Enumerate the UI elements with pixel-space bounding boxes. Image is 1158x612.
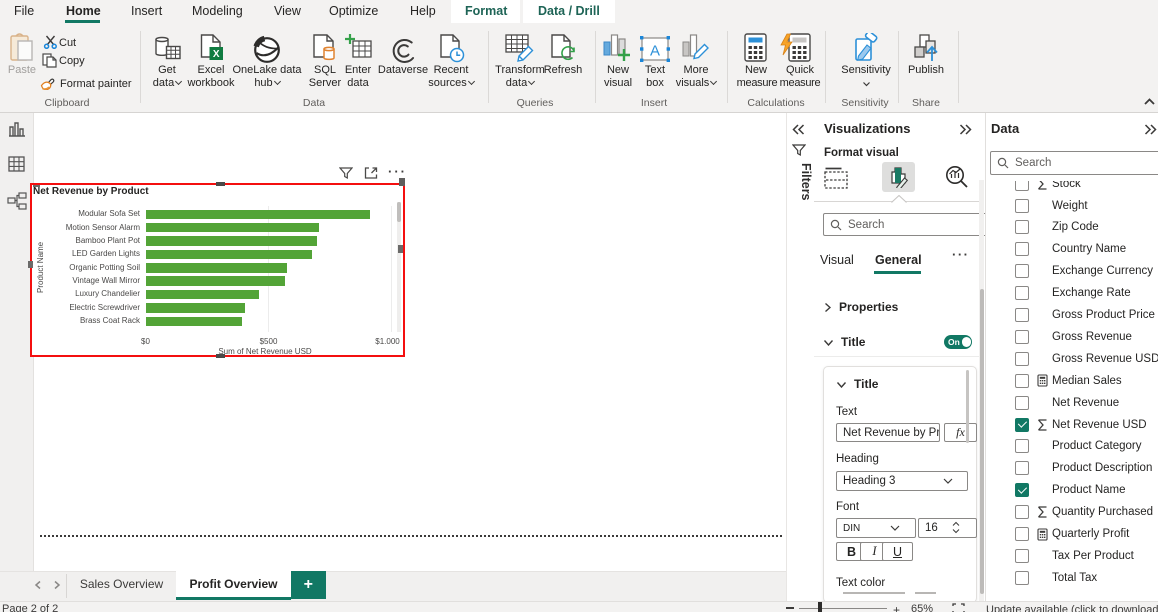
svg-text:X: X	[213, 49, 220, 60]
svg-text:A: A	[650, 43, 660, 60]
